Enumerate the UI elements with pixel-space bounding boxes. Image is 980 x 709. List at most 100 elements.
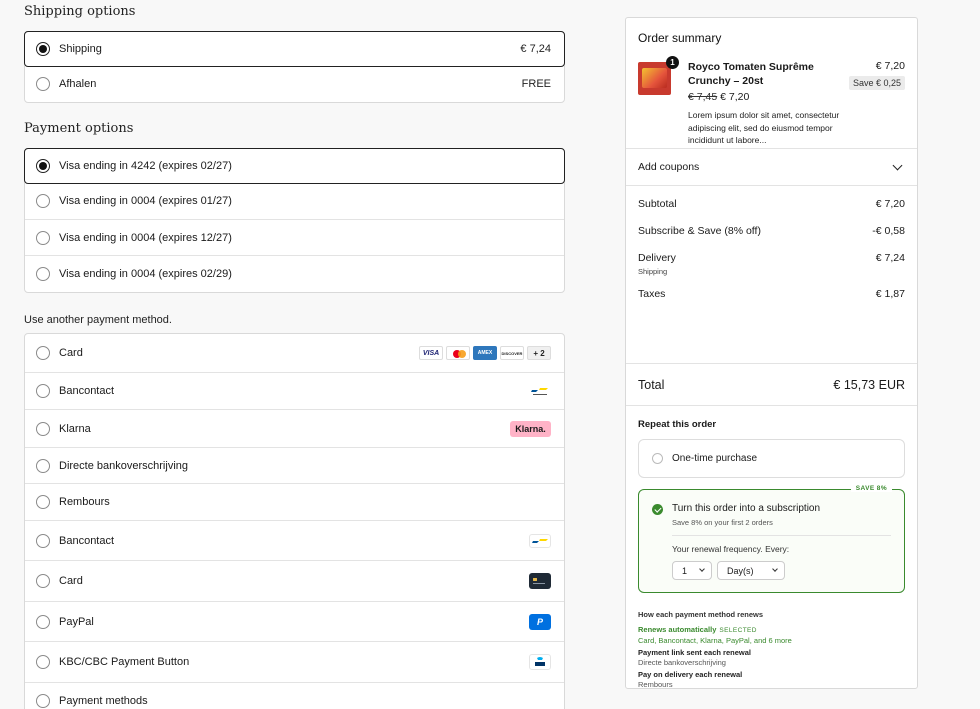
check-circle-icon xyxy=(652,504,663,515)
radio-icon[interactable] xyxy=(36,655,50,669)
saved-card-label: Visa ending in 0004 (expires 02/29) xyxy=(59,268,232,280)
radio-icon[interactable] xyxy=(36,495,50,509)
renew-link-methods: Directe bankoverschrijving xyxy=(638,658,726,667)
payment-method-label: Klarna xyxy=(59,422,91,435)
payment-method-card[interactable]: Card VISA AMEX DISCOVER + 2 xyxy=(25,334,564,373)
radio-icon[interactable] xyxy=(36,694,50,708)
product-image xyxy=(638,62,671,95)
radio-selected-icon[interactable] xyxy=(36,42,50,56)
amex-icon: AMEX xyxy=(473,346,497,360)
add-coupons-toggle[interactable]: Add coupons xyxy=(626,149,917,186)
line-value: -€ 0,58 xyxy=(872,225,905,237)
other-payment-heading: Use another payment method. xyxy=(24,314,172,326)
order-summary-panel: Order summary 1 Royco Tomaten Suprême Cr… xyxy=(625,17,918,689)
line-label: Delivery Shipping xyxy=(638,252,676,276)
line-label-text: Delivery xyxy=(638,252,676,264)
grand-total: Total € 15,73 EUR xyxy=(626,363,917,406)
radio-icon[interactable] xyxy=(36,230,50,245)
frequency-unit-select[interactable]: Day(s) xyxy=(717,561,785,580)
card-brands-icon: VISA AMEX DISCOVER + 2 xyxy=(419,346,551,360)
frequency-number-select[interactable]: 1 xyxy=(672,561,712,580)
product-price: € 7,20 xyxy=(875,60,905,72)
line-sublabel: Shipping xyxy=(638,267,668,276)
radio-icon[interactable] xyxy=(36,574,50,588)
line-value: € 7,20 xyxy=(875,198,905,210)
saved-cards-group: Visa ending in 4242 (expires 02/27) Visa… xyxy=(24,148,565,293)
payment-method-label: Bancontact xyxy=(59,534,115,547)
saved-card-label: Visa ending in 4242 (expires 02/27) xyxy=(59,160,232,172)
renew-link-label: Payment link sent each renewal xyxy=(638,648,751,657)
payment-method-card[interactable]: Card xyxy=(25,561,564,602)
payment-method-bank-transfer[interactable]: Directe bankoverschrijving xyxy=(25,448,564,484)
saved-card-option[interactable]: Visa ending in 0004 (expires 02/29) xyxy=(25,256,564,292)
order-summary-product: Order summary 1 Royco Tomaten Suprême Cr… xyxy=(626,18,917,149)
kbc-icon xyxy=(529,654,551,670)
quantity-badge: 1 xyxy=(666,56,679,69)
payment-method-label: Bancontact xyxy=(59,385,115,397)
one-time-purchase-option[interactable]: One-time purchase xyxy=(638,439,905,478)
save-badge: Save € 0,25 xyxy=(848,76,905,90)
line-label: Taxes xyxy=(638,288,666,300)
radio-selected-icon[interactable] xyxy=(36,159,50,173)
paypal-icon: P xyxy=(529,613,551,630)
product-price-compare: € 7,45 € 7,20 xyxy=(688,91,749,103)
total-line: Delivery Shipping € 7,24 xyxy=(638,252,905,276)
radio-icon[interactable] xyxy=(36,267,50,281)
renewal-frequency-label: Your renewal frequency. Every: xyxy=(672,544,790,554)
radio-icon[interactable] xyxy=(36,194,50,208)
order-summary-title: Order summary xyxy=(638,31,722,45)
payment-method-bancontact[interactable]: Bancontact xyxy=(25,521,564,561)
radio-icon[interactable] xyxy=(36,533,50,548)
line-label: Subscribe & Save (8% off) xyxy=(638,225,761,237)
credit-card-icon xyxy=(529,573,551,589)
line-value: € 7,24 xyxy=(875,252,905,264)
totals-list: Subtotal € 7,20 Subscribe & Save (8% off… xyxy=(626,186,917,363)
divider xyxy=(672,535,891,536)
selected-tag: SELECTED xyxy=(719,627,757,634)
more-brands-badge: + 2 xyxy=(527,346,551,360)
shipping-option-price: € 7,24 xyxy=(520,43,551,55)
shipping-option-price: FREE xyxy=(521,78,551,90)
bancontact-icon xyxy=(529,533,551,548)
saved-card-option[interactable]: Visa ending in 4242 (expires 02/27) xyxy=(24,148,565,184)
subscription-option[interactable]: SAVE 8% Turn this order into a subscript… xyxy=(638,485,905,593)
radio-icon[interactable] xyxy=(36,346,50,360)
payment-method-label: Rembours xyxy=(59,496,110,508)
radio-icon[interactable] xyxy=(36,458,50,473)
line-value: € 1,87 xyxy=(875,288,905,300)
chevron-down-icon xyxy=(699,566,705,572)
saved-card-option[interactable]: Visa ending in 0004 (expires 01/27) xyxy=(25,183,564,220)
radio-icon[interactable] xyxy=(36,614,50,629)
shipping-option-label: Afhalen xyxy=(59,78,97,90)
bancontact-icon xyxy=(529,384,551,398)
radio-icon[interactable] xyxy=(36,421,50,436)
payment-method-klarna[interactable]: Klarna Klarna. xyxy=(25,410,564,448)
payment-method-label: PayPal xyxy=(59,615,94,628)
shipping-options-group: Shipping € 7,24 Afhalen FREE xyxy=(24,31,565,103)
radio-icon[interactable] xyxy=(36,77,50,91)
shipping-option-shipping[interactable]: Shipping € 7,24 xyxy=(24,31,565,67)
payment-method-kbc[interactable]: KBC/CBC Payment Button xyxy=(25,642,564,683)
chevron-down-icon xyxy=(772,566,778,572)
payment-method-rembours[interactable]: Rembours xyxy=(25,484,564,521)
visa-icon: VISA xyxy=(419,346,443,360)
line-label: Subtotal xyxy=(638,198,677,210)
payment-methods-group: Card VISA AMEX DISCOVER + 2 Bancontact K… xyxy=(24,333,565,709)
payment-options-heading: Payment options xyxy=(24,121,134,136)
payment-method-label: KBC/CBC Payment Button xyxy=(59,656,190,668)
payment-method-generic[interactable]: Payment methods xyxy=(25,683,564,709)
payment-method-bancontact[interactable]: Bancontact xyxy=(25,373,564,410)
saved-card-option[interactable]: Visa ending in 0004 (expires 12/27) xyxy=(25,220,564,256)
repeat-order-heading: Repeat this order xyxy=(638,419,717,430)
total-line: Taxes € 1,87 xyxy=(638,288,905,300)
product-description: Lorem ipsum dolor sit amet, consectetur … xyxy=(688,110,840,145)
frequency-unit-value: Day(s) xyxy=(727,565,754,576)
subscription-subtitle: Save 8% on your first 2 orders xyxy=(672,518,773,527)
saved-card-label: Visa ending in 0004 (expires 12/27) xyxy=(59,231,232,244)
radio-icon[interactable] xyxy=(36,384,50,398)
total-value: € 15,73 EUR xyxy=(833,377,905,392)
radio-icon[interactable] xyxy=(652,453,663,464)
shipping-option-afhalen[interactable]: Afhalen FREE xyxy=(25,66,564,102)
mastercard-icon xyxy=(446,346,470,360)
payment-method-paypal[interactable]: PayPal P xyxy=(25,602,564,642)
